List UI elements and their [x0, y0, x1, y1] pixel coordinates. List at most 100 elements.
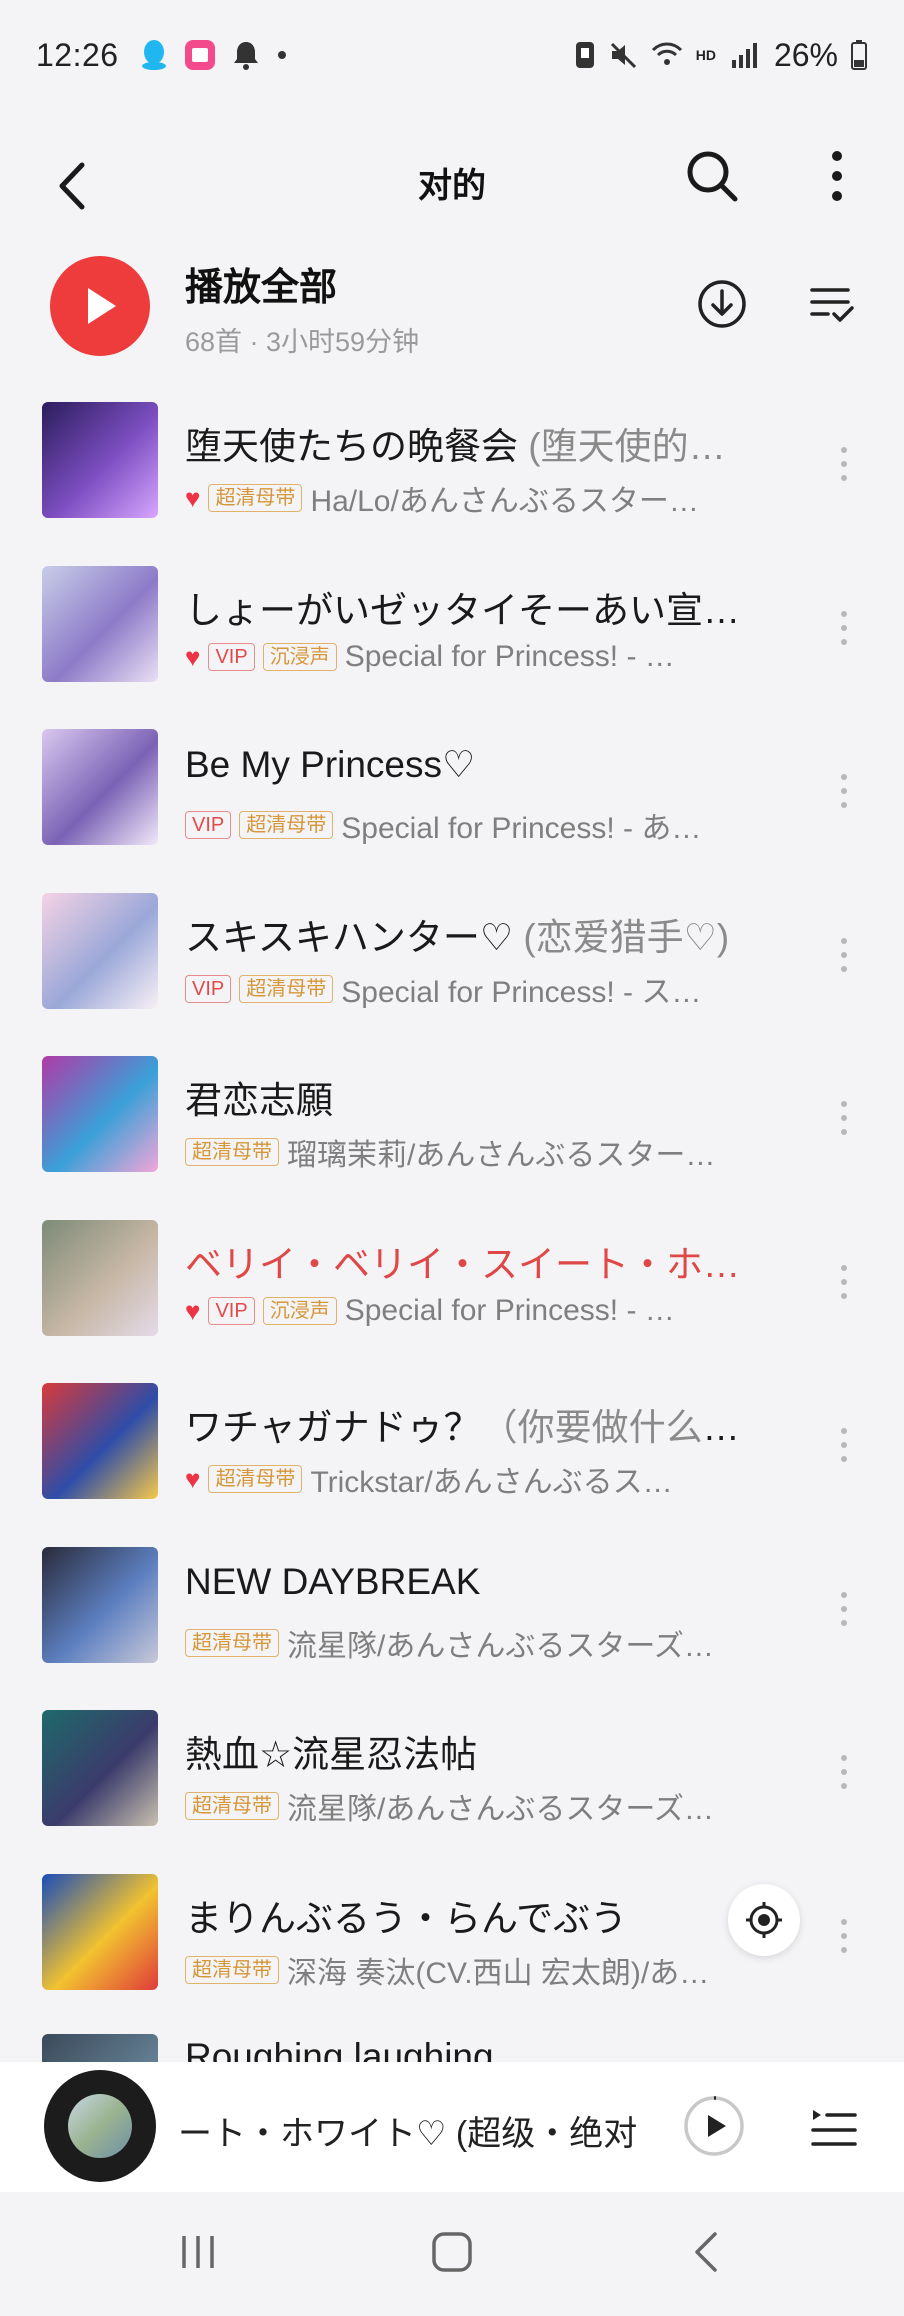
bell-icon	[233, 42, 258, 70]
quality-badge: 超清母带	[239, 811, 334, 839]
song-row[interactable]: ワチャガナドゥ？（你要做什么？） ♥ 超清母带 Trickstar/あんさんぶるス…	[0, 1365, 904, 1529]
mute-icon	[610, 42, 636, 69]
song-title-text: 君恋志願	[185, 1080, 333, 1121]
quality-badge: 超清母带	[239, 974, 334, 1003]
signal-icon	[731, 43, 757, 68]
now-playing-cover	[68, 2094, 132, 2158]
song-title: ベリイ・ベリイ・スイート・ホ…	[185, 1234, 765, 1288]
song-title: ワチャガナドゥ？（你要做什么？）	[185, 1397, 765, 1451]
top-app-bar: 对的	[0, 110, 904, 260]
song-artist: Special for Princess! - あ…	[341, 812, 702, 845]
more-dot-icon	[841, 610, 847, 617]
song-meta: ♥ VIP 沉浸声 Special for Princess! - …	[185, 1294, 725, 1328]
song-row[interactable]: ベリイ・ベリイ・スイート・ホ… ♥ VIP 沉浸声 Special for Prince…	[0, 1202, 904, 1366]
more-dot-icon	[841, 1769, 847, 1775]
song-row[interactable]: 君恋志願 超清母带 瑠璃茉莉/あんさんぶるスター…	[0, 1038, 904, 1202]
album-cover[interactable]	[42, 1710, 158, 1826]
download-all-button[interactable]	[692, 274, 752, 334]
more-dot-icon	[841, 461, 847, 467]
album-cover[interactable]	[42, 402, 158, 518]
system-nav-bar	[0, 2192, 904, 2316]
song-artist: 流星隊/あんさんぶるスターズ…	[287, 1793, 714, 1826]
album-cover	[42, 2034, 158, 2064]
song-title-text: まりんぶるう・らんでぶう	[185, 1897, 628, 1939]
page-title: 对的	[418, 167, 486, 205]
more-dot-icon	[841, 774, 847, 780]
song-meta: 超清母带 流星隊/あんさんぶるスターズ…	[185, 1621, 725, 1665]
song-row[interactable]: スキスキハンター♡ (恋爱猎手♡) VIP 超清母带 Special for Prin…	[0, 875, 904, 1039]
album-cover[interactable]	[42, 1219, 158, 1336]
more-dot-icon	[841, 1619, 847, 1626]
more-options-button[interactable]	[812, 144, 862, 208]
song-title: まりんぶるう・らんでぶう	[185, 1888, 765, 1942]
song-artist: Ha/Lo/あんさんぶるスター…	[310, 485, 699, 518]
song-row[interactable]: Be My Princess♡ VIP 超清母带 Special for Prince…	[0, 711, 904, 875]
locate-current-song-button[interactable]	[728, 1884, 800, 1956]
song-subtitle: (恋爱猎手♡)	[513, 916, 730, 958]
system-back-button[interactable]	[666, 2222, 746, 2282]
song-title: 熱血☆流星忍法帖	[185, 1724, 765, 1778]
heart-icon: ♥	[185, 483, 201, 513]
album-cover[interactable]	[42, 1383, 158, 1499]
song-title: Roughing laughing	[185, 2036, 494, 2064]
recent-apps-button[interactable]	[158, 2222, 238, 2282]
multi-select-button[interactable]	[804, 274, 860, 334]
album-cover[interactable]	[42, 729, 158, 845]
app-notification-icon	[184, 40, 215, 70]
song-meta: 超清母带 深海 奏汰(CV.西山 宏太朗)/あ…	[185, 1948, 725, 1992]
song-artist: Special for Princess! - …	[344, 639, 675, 673]
more-vertical-icon	[832, 151, 842, 201]
quality-badge: 超清母带	[208, 484, 303, 512]
now-playing-disc[interactable]	[44, 2070, 156, 2182]
song-more-button[interactable]	[826, 434, 862, 494]
song-more-button[interactable]	[826, 761, 862, 821]
quality-badge: 沉浸声	[262, 1296, 337, 1325]
song-row[interactable]: 堕天使たちの晩餐会 (堕天使的… ♥ 超清母带 Ha/Lo/あんさんぶるスター…	[0, 384, 904, 548]
heart-icon: ♥	[185, 1464, 201, 1494]
play-icon	[88, 288, 116, 324]
song-more-button[interactable]	[826, 1742, 862, 1802]
song-more-button[interactable]	[826, 925, 862, 985]
song-more-button[interactable]	[826, 1415, 862, 1475]
play-all-button[interactable]	[50, 256, 150, 356]
mini-play-button[interactable]	[682, 2094, 746, 2158]
song-title: スキスキハンター♡ (恋爱猎手♡)	[185, 907, 765, 961]
system-indicators: HD 26%	[574, 37, 868, 74]
search-icon	[687, 151, 738, 202]
song-title-text: 堕天使たちの晩餐会	[185, 426, 518, 467]
mini-player[interactable]: ート・ホワイト♡ (超级・绝对	[0, 2062, 904, 2192]
search-button[interactable]	[680, 144, 744, 208]
now-playing-title[interactable]: ート・ホワイト♡ (超级・绝对	[178, 2106, 638, 2155]
song-title: しょーがいゼッタイそーあい宣…	[185, 580, 765, 634]
more-dot-icon	[841, 1946, 847, 1953]
more-dot-icon	[841, 802, 847, 808]
album-cover[interactable]	[42, 1873, 158, 1990]
notification-icons	[139, 38, 289, 72]
song-title: NEW DAYBREAK	[185, 1561, 765, 1603]
song-more-button[interactable]	[826, 1579, 862, 1639]
album-cover[interactable]	[42, 565, 158, 682]
song-subtitle: (堕天使的…	[518, 426, 726, 467]
album-cover[interactable]	[42, 892, 158, 1009]
play-all-label[interactable]: 播放全部	[185, 256, 337, 311]
song-title: 君恋志願	[185, 1070, 765, 1124]
song-more-button[interactable]	[826, 1906, 862, 1966]
song-more-button[interactable]	[826, 1252, 862, 1312]
song-title-text: Be My Princess♡	[185, 744, 476, 785]
home-button[interactable]	[412, 2222, 492, 2282]
song-row[interactable]: しょーがいゼッタイそーあい宣… ♥ VIP 沉浸声 Special for Prince…	[0, 548, 904, 712]
queue-list-icon	[811, 2110, 857, 2146]
album-cover[interactable]	[42, 1056, 158, 1172]
playlist-queue-button[interactable]	[806, 2100, 862, 2156]
song-more-button[interactable]	[826, 1088, 862, 1148]
song-row[interactable]: 熱血☆流星忍法帖 超清母带 流星隊/あんさんぶるスターズ…	[0, 1692, 904, 1856]
song-meta: ♥ 超清母带 Trickstar/あんさんぶるス…	[185, 1457, 725, 1501]
more-dot-icon	[841, 965, 847, 972]
album-cover[interactable]	[42, 1546, 158, 1663]
more-dot-icon	[841, 475, 847, 481]
song-subtitle: （你要做什么？）	[480, 1407, 765, 1448]
quality-badge: 沉浸声	[262, 642, 337, 671]
song-more-button[interactable]	[826, 598, 862, 658]
song-row[interactable]: NEW DAYBREAK 超清母带 流星隊/あんさんぶるスターズ…	[0, 1529, 904, 1693]
more-dot-icon	[841, 638, 847, 645]
